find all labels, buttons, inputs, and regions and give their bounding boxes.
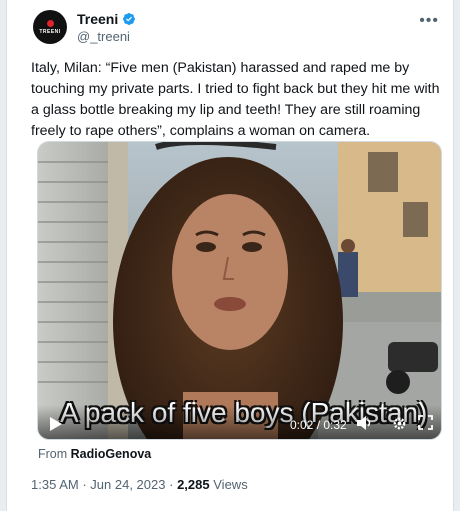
fullscreen-icon[interactable]: [418, 415, 433, 430]
views-label: Views: [213, 477, 248, 492]
play-icon[interactable]: [50, 417, 62, 431]
tweet-text: Italy, Milan: “Five men (Pakistan) haras…: [31, 60, 440, 139]
video-frame-image: [38, 142, 441, 439]
avatar-wordmark: TREENI: [39, 28, 61, 35]
attribution-prefix: From: [38, 447, 68, 461]
video-controls: 0:02 / 0:32: [38, 405, 441, 439]
tweet-time[interactable]: 1:35 AM: [31, 477, 79, 492]
tweet-header: TREENI Treeni @_treeni •••: [31, 10, 441, 46]
video-attribution: From RadioGenova: [38, 447, 151, 461]
tweet-date[interactable]: Jun 24, 2023: [90, 477, 165, 492]
display-name-row: Treeni: [77, 10, 136, 28]
user-handle[interactable]: @_treeni: [77, 29, 136, 44]
avatar-logo-dot: [46, 19, 54, 27]
meta-separator: ·: [169, 477, 174, 492]
views-count: 2,285: [177, 477, 210, 492]
settings-gear-icon[interactable]: [392, 416, 407, 431]
avatar[interactable]: TREENI: [33, 10, 67, 44]
display-name[interactable]: Treeni: [77, 11, 118, 27]
tweet-card: TREENI Treeni @_treeni ••• Italy, Milan:…: [6, 0, 454, 511]
video-player[interactable]: A pack of five boys (Pakistan) 0:02 / 0:…: [37, 141, 442, 440]
video-timestamp: 0:02 / 0:32: [290, 418, 347, 432]
author-names: Treeni @_treeni: [77, 10, 136, 44]
more-options-icon[interactable]: •••: [419, 12, 439, 30]
meta-separator: ·: [82, 477, 87, 492]
attribution-source-link[interactable]: RadioGenova: [71, 447, 152, 461]
tweet-metadata: 1:35 AM · Jun 24, 2023 · 2,285 Views: [31, 477, 248, 492]
verified-badge-icon: [123, 13, 136, 25]
volume-icon[interactable]: [357, 416, 373, 430]
